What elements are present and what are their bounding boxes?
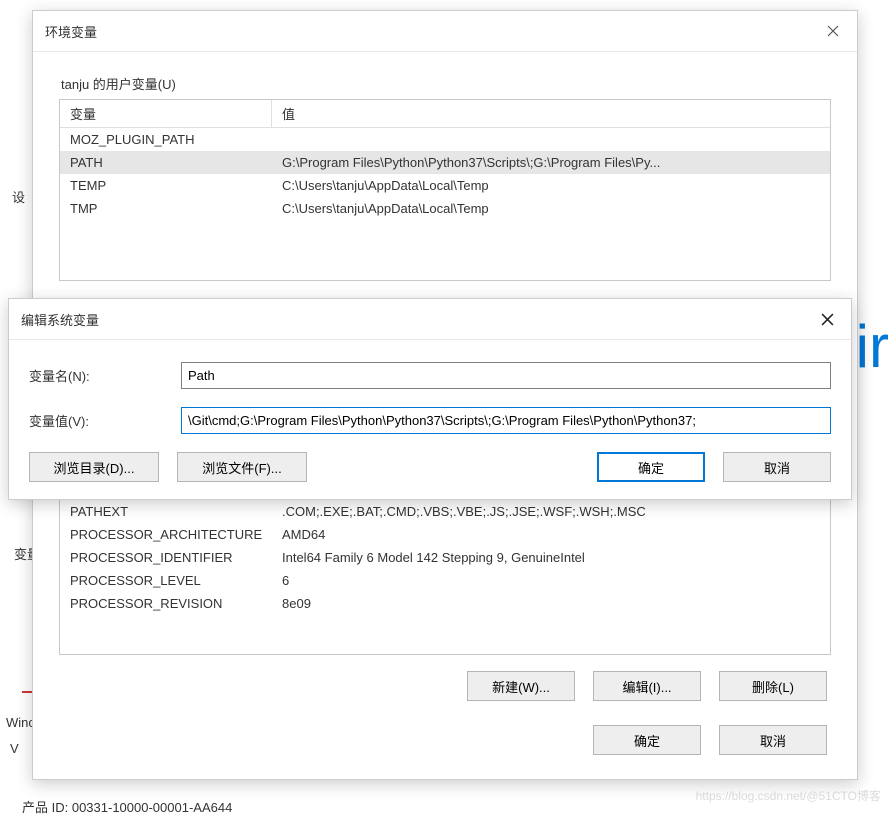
var-name-cell: TMP	[60, 197, 272, 220]
table-row[interactable]: MOZ_PLUGIN_PATH	[60, 128, 830, 151]
env-titlebar[interactable]: 环境变量	[33, 11, 857, 52]
table-row[interactable]: TMPC:\Users\tanju\AppData\Local\Temp	[60, 197, 830, 220]
table-row[interactable]: PROCESSOR_LEVEL6	[60, 569, 830, 592]
var-name-cell: PATHEXT	[60, 500, 272, 523]
var-name-cell: PROCESSOR_LEVEL	[60, 569, 272, 592]
table-row[interactable]: TEMPC:\Users\tanju\AppData\Local\Temp	[60, 174, 830, 197]
table-row[interactable]: PATHEXT.COM;.EXE;.BAT;.CMD;.VBS;.VBE;.JS…	[60, 500, 830, 523]
var-value-label: 变量值(V):	[29, 411, 181, 430]
delete-button[interactable]: 删除(L)	[719, 671, 827, 701]
var-name-label: 变量名(N):	[29, 366, 181, 385]
windows-text-fragment: Winc	[6, 715, 35, 730]
ok-button[interactable]: 确定	[597, 452, 705, 482]
windows-text-fragment-2: V	[10, 741, 19, 756]
var-value-cell: AMD64	[272, 523, 830, 546]
col-header-value[interactable]: 值	[272, 100, 830, 127]
close-icon[interactable]	[813, 19, 853, 43]
var-value-cell: C:\Users\tanju\AppData\Local\Temp	[272, 197, 830, 220]
table-row[interactable]: PROCESSOR_REVISION8e09	[60, 592, 830, 615]
watermark: https://blog.csdn.net/@51CTO博客	[696, 787, 881, 804]
env-title: 环境变量	[45, 22, 97, 41]
var-value-input[interactable]	[181, 407, 831, 434]
var-name-cell: TEMP	[60, 174, 272, 197]
edit-button[interactable]: 编辑(I)...	[593, 671, 701, 701]
list-header: 变量 值	[60, 100, 830, 128]
cancel-button[interactable]: 取消	[719, 725, 827, 755]
col-header-name[interactable]: 变量	[60, 100, 272, 127]
var-name-cell: PATH	[60, 151, 272, 174]
table-row[interactable]: PROCESSOR_IDENTIFIERIntel64 Family 6 Mod…	[60, 546, 830, 569]
browse-directory-button[interactable]: 浏览目录(D)...	[29, 452, 159, 482]
env-dialog-buttons: 确定 取消	[59, 725, 827, 755]
cancel-button[interactable]: 取消	[723, 452, 831, 482]
edit-title: 编辑系统变量	[21, 310, 99, 329]
user-vars-label: tanju 的用户变量(U)	[61, 74, 831, 93]
ok-button[interactable]: 确定	[593, 725, 701, 755]
var-value-cell: G:\Program Files\Python\Python37\Scripts…	[272, 151, 830, 174]
edit-titlebar[interactable]: 编辑系统变量	[9, 299, 851, 340]
table-row[interactable]: PATHG:\Program Files\Python\Python37\Scr…	[60, 151, 830, 174]
new-button[interactable]: 新建(W)...	[467, 671, 575, 701]
browse-file-button[interactable]: 浏览文件(F)...	[177, 452, 307, 482]
var-name-cell: MOZ_PLUGIN_PATH	[60, 128, 272, 151]
var-value-cell: Intel64 Family 6 Model 142 Stepping 9, G…	[272, 546, 830, 569]
var-value-cell: 6	[272, 569, 830, 592]
product-id: 产品 ID: 00331-10000-00001-AA644	[22, 797, 232, 816]
var-value-cell: C:\Users\tanju\AppData\Local\Temp	[272, 174, 830, 197]
edit-system-variable-dialog: 编辑系统变量 变量名(N): 变量值(V): 浏览目录(D)... 浏览文件(F…	[8, 298, 852, 500]
var-name-cell: PROCESSOR_REVISION	[60, 592, 272, 615]
settings-fragment: 设	[12, 187, 25, 206]
user-vars-list[interactable]: 变量 值 MOZ_PLUGIN_PATHPATHG:\Program Files…	[59, 99, 831, 281]
close-icon[interactable]	[807, 307, 847, 331]
system-vars-list[interactable]: PATHEXT.COM;.EXE;.BAT;.CMD;.VBS;.VBE;.JS…	[59, 499, 831, 655]
system-vars-buttons: 新建(W)... 编辑(I)... 删除(L)	[59, 671, 827, 701]
var-value-cell	[272, 128, 830, 151]
table-row[interactable]: PROCESSOR_ARCHITECTUREAMD64	[60, 523, 830, 546]
var-value-cell: 8e09	[272, 592, 830, 615]
var-name-cell: PROCESSOR_ARCHITECTURE	[60, 523, 272, 546]
var-name-cell: PROCESSOR_IDENTIFIER	[60, 546, 272, 569]
var-name-input[interactable]	[181, 362, 831, 389]
var-value-cell: .COM;.EXE;.BAT;.CMD;.VBS;.VBE;.JS;.JSE;.…	[272, 500, 830, 523]
